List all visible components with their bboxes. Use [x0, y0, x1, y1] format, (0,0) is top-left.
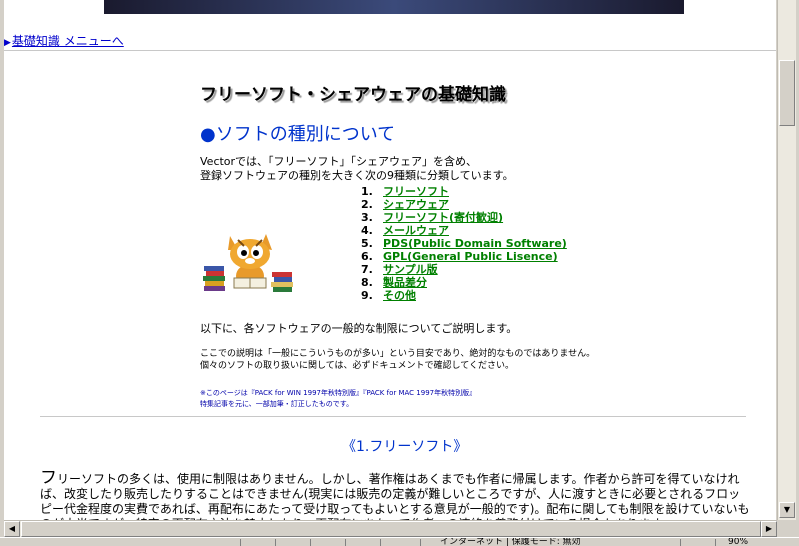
source-note: ※このページは『PACK for WIN 1997年秋特別版』『PACK for… [200, 389, 477, 408]
type-link-freesoft[interactable]: フリーソフト [383, 185, 449, 198]
book-stack-right [271, 272, 293, 292]
list-item: 2. シェアウェア [361, 198, 449, 211]
scroll-right-arrow-icon[interactable]: ▶ [761, 521, 777, 537]
cat-mascot-illustration [203, 234, 293, 292]
disclaimer-note: ここでの説明は「一般にこういうものが多い」という目安であり、絶対的なものではあり… [200, 349, 596, 371]
type-link-gpl[interactable]: GPL(General Public Lisence) [383, 250, 558, 263]
software-type-list: 1. フリーソフト 2. シェアウェア 3. フリーソフト(寄付歓迎) 4. メールウェ… [361, 185, 567, 302]
top-divider [4, 50, 776, 51]
list-item: 7. サンプル版 [361, 263, 438, 276]
scrollbar-thumb[interactable] [779, 60, 795, 126]
type-link-sample[interactable]: サンプル版 [383, 263, 438, 276]
scroll-left-arrow-icon[interactable]: ◀ [4, 521, 20, 537]
horizontal-scrollbar[interactable]: ◀ ▶ [4, 520, 777, 537]
type-link-product-diff[interactable]: 製品差分 [383, 276, 427, 289]
type-link-pds[interactable]: PDS(Public Domain Software) [383, 237, 567, 250]
back-link-label: 基礎知識 メニューへ [11, 34, 124, 48]
cat-figure [228, 234, 272, 289]
freesoft-description: フリーソフトの多くは、使用に制限はありません。しかし、著作権はあくまでも作者に帰… [40, 468, 750, 521]
top-banner-image [104, 0, 684, 14]
list-item: 4. メールウェア [361, 224, 449, 237]
type-link-other[interactable]: その他 [383, 289, 416, 302]
explanation-intro: 以下に、各ソフトウェアの一般的な制限についてご説明します。 [200, 322, 518, 335]
scroll-down-arrow-icon[interactable]: ▼ [779, 502, 795, 518]
book-stack-left [203, 266, 225, 291]
list-item: 1. フリーソフト [361, 185, 449, 198]
intro-text: Vectorでは、「フリーソフト」「シェアウェア」を含め、 登録ソフトウェアの種… [200, 155, 514, 183]
section-divider [40, 416, 746, 417]
list-item: 5. PDS(Public Domain Software) [361, 237, 567, 250]
vertical-scrollbar[interactable]: ▼ [777, 0, 796, 520]
list-item: 3. フリーソフト(寄付歓迎) [361, 211, 504, 224]
page-title: フリーソフト・シェアウェアの基礎知識 [200, 85, 506, 105]
triangle-right-icon: ▶ [4, 38, 11, 48]
list-item: 8. 製品差分 [361, 276, 427, 289]
type-link-donationware[interactable]: フリーソフト(寄付歓迎) [383, 211, 503, 224]
browser-viewport: ▶基礎知識 メニューへ フリーソフト・シェアウェアの基礎知識 ●ソフトの種別につ… [4, 0, 776, 520]
horizontal-scrollbar-thumb[interactable] [21, 521, 761, 537]
list-item: 9. その他 [361, 289, 416, 302]
subsection-heading: 《1.フリーソフト》 [342, 439, 468, 455]
type-link-mailware[interactable]: メールウェア [383, 224, 449, 237]
back-to-menu-link[interactable]: ▶基礎知識 メニューへ [4, 32, 124, 49]
intro-line: Vectorでは、「フリーソフト」「シェアウェア」を含め、 [200, 155, 478, 168]
intro-line: 登録ソフトウェアの種別を大きく次の9種類に分類しています。 [200, 169, 514, 182]
type-link-shareware[interactable]: シェアウェア [383, 198, 449, 211]
section-heading: ●ソフトの種別について [200, 124, 396, 145]
list-item: 6. GPL(General Public Lisence) [361, 250, 558, 263]
